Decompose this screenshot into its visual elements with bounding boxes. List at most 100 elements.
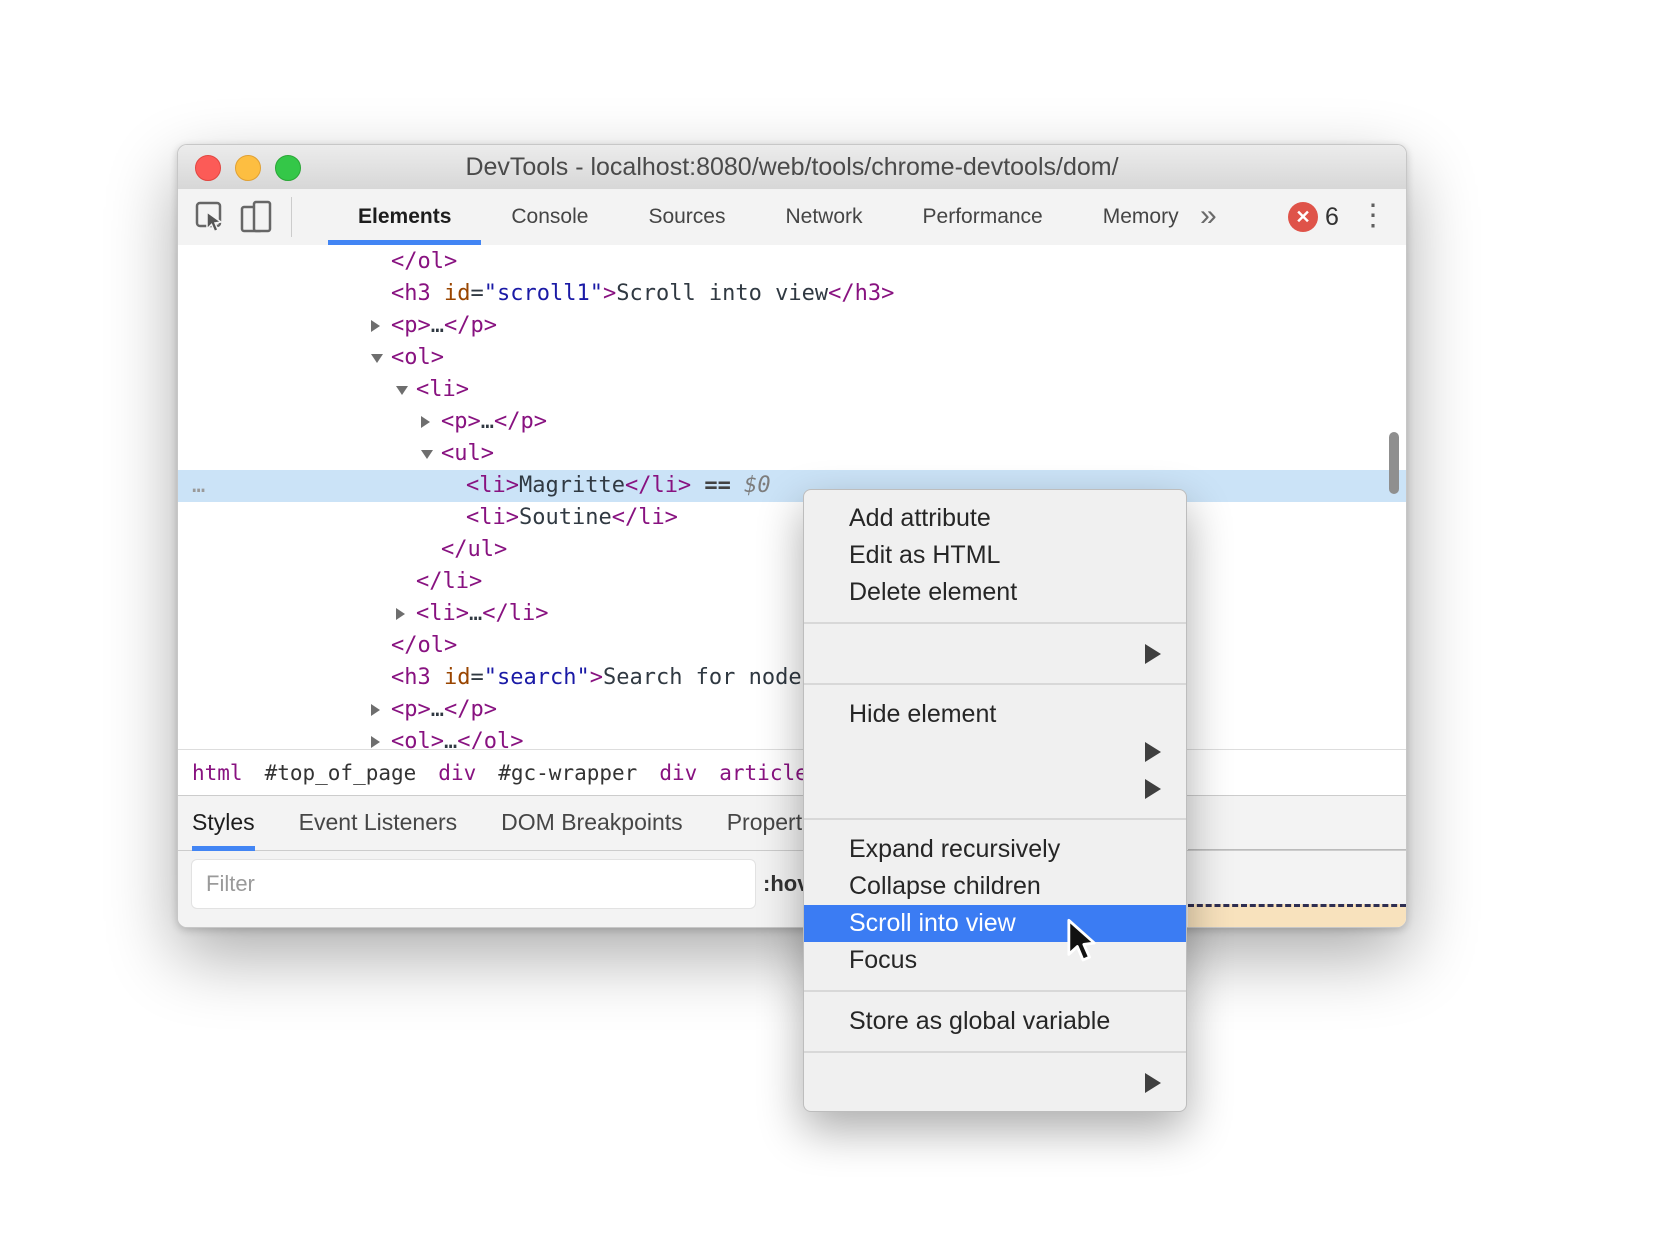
syntax-tag: </p> xyxy=(444,697,497,722)
breadcrumb-item-div[interactable]: div xyxy=(438,761,476,785)
error-count[interactable]: 6 xyxy=(1325,189,1339,245)
tab-console[interactable]: Console xyxy=(481,189,618,245)
row-actions-ellipsis-icon[interactable]: … xyxy=(192,470,205,502)
syntax-tag: <li> xyxy=(466,505,519,530)
context-menu-item-force-state[interactable] xyxy=(804,733,1186,770)
breadcrumb-item-top-of-page[interactable]: #top_of_page xyxy=(265,761,417,785)
dom-tree-row[interactable]: </li> xyxy=(178,566,1406,598)
context-menu-item-speech[interactable] xyxy=(804,1064,1186,1101)
syntax-dollar: $0 xyxy=(744,473,771,498)
minimize-window-button[interactable] xyxy=(235,155,261,181)
dom-tree-row[interactable]: … <li>Magritte</li> == $0 xyxy=(178,470,1406,502)
syntax-eq: == xyxy=(691,473,744,498)
expand-arrow-icon[interactable] xyxy=(371,736,380,748)
dom-tree-row[interactable]: <ul> xyxy=(178,438,1406,470)
submenu-arrow-icon xyxy=(1145,1073,1161,1093)
context-menu-item-add-attribute[interactable]: Add attribute xyxy=(804,500,1186,537)
context-menu-item-scroll-into-view[interactable]: Scroll into view xyxy=(804,905,1186,942)
syntax-tag: <ol> xyxy=(391,729,444,749)
syntax-tag: <p> xyxy=(391,697,431,722)
tab-network[interactable]: Network xyxy=(755,189,892,245)
dom-tree-panel: <li>…</li></ol><h3 id="scroll1">Scroll i… xyxy=(178,245,1406,749)
tab-memory[interactable]: Memory xyxy=(1073,189,1209,245)
context-menu-item-store-as-global-variable[interactable]: Store as global variable xyxy=(804,1003,1186,1040)
tab-elements[interactable]: Elements xyxy=(328,189,481,245)
dom-node-text: </ul> xyxy=(441,534,507,566)
syntax-tag: <p> xyxy=(441,409,481,434)
more-tabs-chevron-icon[interactable]: » xyxy=(1200,189,1217,243)
panel-tabs: ElementsConsoleSourcesNetworkPerformance… xyxy=(328,189,1209,245)
dom-node-text: <h3 id="search">Search for node xyxy=(391,662,802,694)
collapse-arrow-icon[interactable] xyxy=(421,450,433,459)
dom-tree-row[interactable]: <li> xyxy=(178,374,1406,406)
syntax-tag: </ol> xyxy=(391,249,457,274)
inspect-element-icon[interactable] xyxy=(192,198,230,236)
error-badge-icon[interactable]: ✕ xyxy=(1288,202,1318,232)
syntax-tag: <li> xyxy=(466,473,519,498)
context-menu-item-expand-recursively[interactable]: Expand recursively xyxy=(804,831,1186,868)
vertical-scrollbar-thumb[interactable] xyxy=(1389,432,1399,494)
devtools-window: DevTools - localhost:8080/web/tools/chro… xyxy=(177,144,1407,928)
dom-tree-row[interactable]: </ol> xyxy=(178,246,1406,278)
dom-tree-row[interactable]: </ul> xyxy=(178,534,1406,566)
title-bar[interactable]: DevTools - localhost:8080/web/tools/chro… xyxy=(178,145,1406,190)
close-window-button[interactable] xyxy=(195,155,221,181)
expand-arrow-icon[interactable] xyxy=(371,704,380,716)
syntax-tag: </li> xyxy=(625,473,691,498)
menu-divider xyxy=(804,1051,1186,1053)
context-menu-item-edit-as-html[interactable]: Edit as HTML xyxy=(804,537,1186,574)
sidebar-tab-event-listeners[interactable]: Event Listeners xyxy=(299,796,458,851)
mouse-cursor-icon xyxy=(1066,918,1100,973)
dom-tree-row[interactable]: <h3 id="scroll1">Scroll into view</h3> xyxy=(178,278,1406,310)
syntax-plain: … xyxy=(481,409,494,434)
dom-node-text: </ol> xyxy=(391,630,457,662)
context-menu-item-break-on[interactable] xyxy=(804,770,1186,807)
dom-tree-row[interactable]: </ol> xyxy=(178,630,1406,662)
syntax-tag: <h3 xyxy=(391,281,431,306)
zoom-window-button[interactable] xyxy=(275,155,301,181)
syntax-plain: = xyxy=(471,281,484,306)
expand-arrow-icon[interactable] xyxy=(371,320,380,332)
context-menu-item-hide-element[interactable]: Hide element xyxy=(804,696,1186,733)
syntax-tag: </p> xyxy=(444,313,497,338)
dom-tree-row[interactable]: <ol> xyxy=(178,342,1406,374)
customize-devtools-kebab-icon[interactable]: ⋮ xyxy=(1358,189,1388,243)
dom-node-text: <p>…</p> xyxy=(441,406,547,438)
toggle-device-toolbar-icon[interactable] xyxy=(238,198,276,236)
menu-divider xyxy=(804,990,1186,992)
syntax-plain: … xyxy=(431,313,444,338)
syntax-plain: Search for node xyxy=(603,665,802,690)
expand-arrow-icon[interactable] xyxy=(421,416,430,428)
syntax-tag: <li> xyxy=(416,377,469,402)
syntax-tag: <ol> xyxy=(391,345,444,370)
expand-arrow-icon[interactable] xyxy=(396,608,405,620)
syntax-tag: </li> xyxy=(416,569,482,594)
dom-tree-row[interactable]: <ol>…</ol> xyxy=(178,726,1406,749)
tab-performance[interactable]: Performance xyxy=(893,189,1073,245)
sidebar-tab-styles[interactable]: Styles xyxy=(192,796,255,851)
breadcrumb-item-html[interactable]: html xyxy=(192,761,243,785)
dom-node-text: <li>…</li> xyxy=(416,598,548,630)
breadcrumb-item-div[interactable]: div xyxy=(659,761,697,785)
dom-node-text: <ol> xyxy=(391,342,444,374)
context-menu-item-focus[interactable]: Focus xyxy=(804,942,1186,979)
breadcrumb-item-article[interactable]: article xyxy=(719,761,808,785)
sidebar-tab-dom-breakpoints[interactable]: DOM Breakpoints xyxy=(501,796,683,851)
dom-tree-row[interactable]: <li>…</li> xyxy=(178,598,1406,630)
breadcrumb-item-gc-wrapper[interactable]: #gc-wrapper xyxy=(498,761,637,785)
styles-filter-input[interactable] xyxy=(191,859,756,909)
context-menu-item-collapse-children[interactable]: Collapse children xyxy=(804,868,1186,905)
dom-tree-row[interactable]: <li>Soutine</li> xyxy=(178,502,1406,534)
collapse-arrow-icon[interactable] xyxy=(371,354,383,363)
dom-tree-row[interactable]: <p>…</p> xyxy=(178,694,1406,726)
dom-tree-row[interactable]: <p>…</p> xyxy=(178,406,1406,438)
tab-sources[interactable]: Sources xyxy=(618,189,755,245)
collapse-arrow-icon[interactable] xyxy=(396,386,408,395)
dom-tree-row[interactable]: <p>…</p> xyxy=(178,310,1406,342)
dom-tree-row[interactable]: <h3 id="search">Search for node xyxy=(178,662,1406,694)
context-menu-item-copy[interactable] xyxy=(804,635,1186,672)
dom-node-text: <li>Soutine</li> xyxy=(466,502,678,534)
context-menu-item-delete-element[interactable]: Delete element xyxy=(804,574,1186,611)
breadcrumb: html #top_of_page div #gc-wrapper div article xyxy=(178,749,1406,795)
dom-node-text: <li>Magritte</li> == $0 xyxy=(466,470,771,502)
